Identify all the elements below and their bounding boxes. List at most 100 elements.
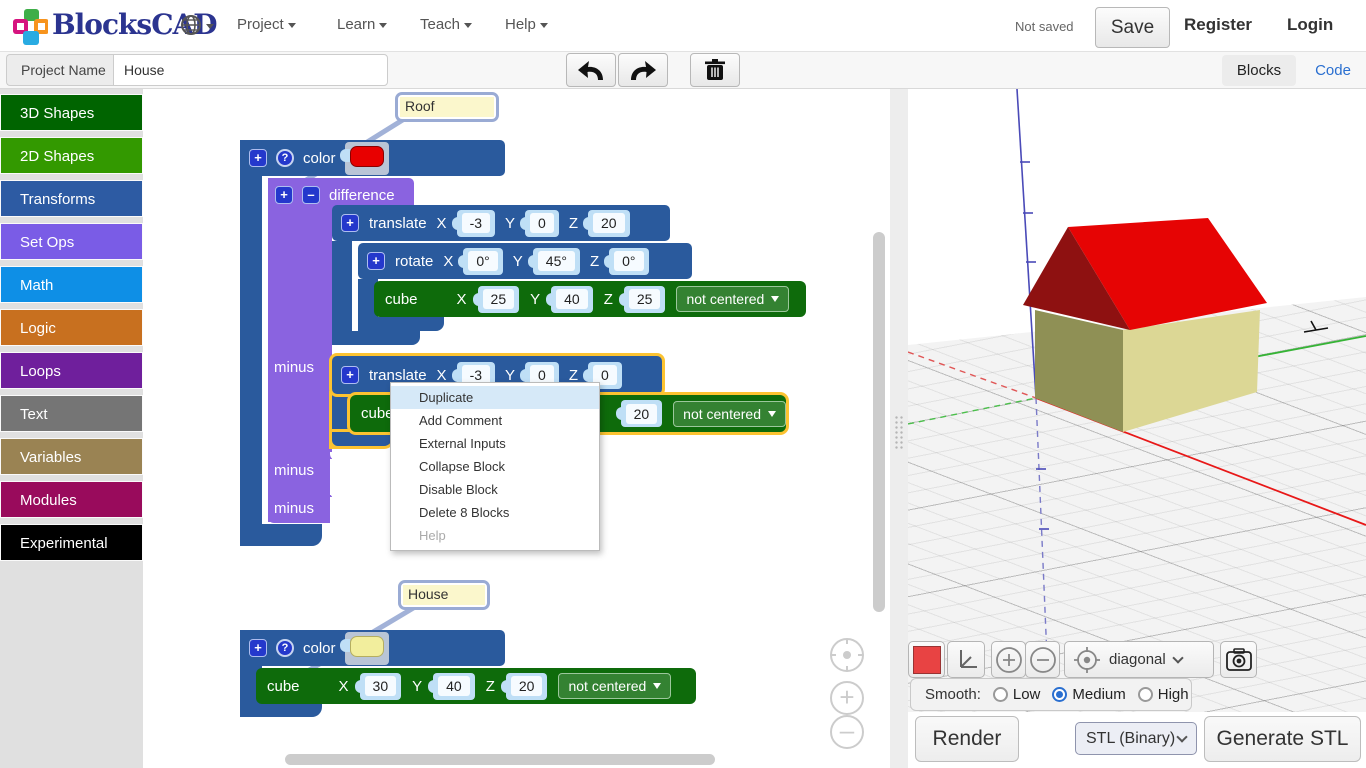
smooth-option-low[interactable]: Low [993,686,1041,703]
centered-dropdown[interactable]: not centered [676,286,789,312]
toolbox-category-modules[interactable]: Modules [0,481,143,518]
value-field[interactable]: 40 [551,286,593,313]
toolbox-category-loops[interactable]: Loops [0,352,143,389]
comment-bubble-house[interactable]: House [398,580,490,610]
toolbox-category-set-ops[interactable]: Set Ops [0,223,143,260]
value-field[interactable]: 0 [525,210,559,237]
context-menu-item-external-inputs[interactable]: External Inputs [391,432,599,455]
translate-block-spine[interactable] [332,241,352,345]
vertical-scrollbar[interactable] [873,232,885,612]
rotate-block[interactable]: + rotate X 0° Y 45° Z 0° [358,243,692,279]
mutator-plus-icon[interactable]: + [341,366,359,384]
menu-project[interactable]: Project [237,16,296,33]
translate-block-foot[interactable] [332,331,420,345]
zoom-reset-button[interactable] [830,638,864,672]
centered-dropdown[interactable]: not centered [673,401,786,427]
center-view-icon[interactable] [1073,646,1101,674]
blockly-workspace[interactable]: Roof + ? color + – difference minus minu… [143,89,890,768]
mutator-plus-icon[interactable]: + [367,252,385,270]
context-menu-item-disable-block[interactable]: Disable Block [391,478,599,501]
viewport-zoom-out-button[interactable] [1025,641,1060,678]
toolbox-category-transforms[interactable]: Transforms [0,180,143,217]
toolbox-category-logic[interactable]: Logic [0,309,143,346]
context-menu-item-add-comment[interactable]: Add Comment [391,409,599,432]
color-block-foot[interactable] [240,524,322,546]
toolbox-category-variables[interactable]: Variables [0,438,143,475]
render-button[interactable]: Render [915,716,1019,762]
toolbox-category-2d-shapes[interactable]: 2D Shapes [0,137,143,174]
stl-format-select[interactable]: STL (Binary) [1075,722,1197,755]
comment-question-icon[interactable]: ? [276,149,294,167]
value-field[interactable]: 20 [621,400,663,427]
radio-icon[interactable] [1138,687,1153,702]
color-block-roof[interactable]: + ? color [240,140,505,176]
value-field[interactable]: 45° [533,248,580,275]
horizontal-scrollbar[interactable] [285,754,715,765]
rotate-block-foot[interactable] [358,317,444,331]
color-block-house[interactable]: + ? color [240,630,505,666]
yellow-color-swatch[interactable] [350,636,384,657]
context-menu-item-delete-blocks[interactable]: Delete 8 Blocks [391,501,599,524]
value-field[interactable]: 40 [433,673,475,700]
value-field[interactable]: 0° [609,248,648,275]
axes-toggle-button[interactable] [947,641,985,678]
viewport-zoom-in-button[interactable] [991,641,1026,678]
login-link[interactable]: Login [1287,15,1333,35]
comment-question-icon[interactable]: ? [276,639,294,657]
comment-text[interactable]: House [403,585,485,605]
value-field[interactable]: 20 [506,673,548,700]
panel-splitter[interactable] [890,89,908,768]
value-field[interactable]: -3 [457,210,495,237]
cube-block-3[interactable]: cube X 30 Y 40 Z 20 not centered [256,668,696,704]
value-field[interactable]: 25 [624,286,666,313]
mutator-plus-icon[interactable]: + [275,186,293,204]
color-swatch-field[interactable] [345,142,389,175]
radio-selected-icon[interactable] [1052,687,1067,702]
zoom-out-button[interactable]: – [830,715,864,749]
render-viewport[interactable]: diagonal Smooth: Low Medium High Render … [908,89,1366,768]
toolbox-category-3d-shapes[interactable]: 3D Shapes [0,94,143,131]
radio-icon[interactable] [993,687,1008,702]
color-swatch-field[interactable] [345,632,389,665]
zoom-in-button[interactable]: + [830,681,864,715]
mutator-plus-icon[interactable]: + [249,639,267,657]
mutator-plus-icon[interactable]: + [341,214,359,232]
generate-stl-button[interactable]: Generate STL [1204,716,1361,762]
value-field[interactable]: 30 [360,673,402,700]
undo-button[interactable] [566,53,616,87]
value-field[interactable]: 20 [588,210,630,237]
trash-button[interactable] [690,53,740,87]
project-name-input[interactable]: House [113,54,388,86]
mutator-plus-icon[interactable]: + [249,149,267,167]
save-button[interactable]: Save [1095,7,1170,48]
background-color-button[interactable] [908,641,945,678]
camera-preset-select[interactable]: diagonal [1109,651,1166,668]
smooth-option-high[interactable]: High [1138,686,1189,703]
tab-blocks[interactable]: Blocks [1222,55,1296,86]
screenshot-button[interactable] [1220,641,1257,678]
redo-button[interactable] [618,53,668,87]
red-color-swatch[interactable] [350,146,384,167]
value-field[interactable]: 25 [478,286,520,313]
centered-dropdown[interactable]: not centered [558,673,671,699]
language-menu[interactable] [180,14,214,36]
comment-bubble-roof[interactable]: Roof [395,92,499,122]
toolbox-category-text[interactable]: Text [0,395,143,432]
value-field[interactable]: 0° [463,248,502,275]
context-menu-item-collapse-block[interactable]: Collapse Block [391,455,599,478]
comment-text[interactable]: Roof [400,97,494,117]
color-block-spine[interactable] [240,140,262,546]
splitter-handle[interactable] [894,415,904,449]
toolbox-category-math[interactable]: Math [0,266,143,303]
menu-learn[interactable]: Learn [337,16,387,33]
toolbox-category-experimental[interactable]: Experimental [0,524,143,561]
menu-help[interactable]: Help [505,16,548,33]
empty-statement-socket[interactable] [330,497,368,533]
mutator-minus-icon[interactable]: – [302,186,320,204]
smooth-option-medium[interactable]: Medium [1052,686,1125,703]
cube-block-1[interactable]: cube X 25 Y 40 Z 25 not centered [374,281,806,317]
register-link[interactable]: Register [1184,15,1252,35]
tab-code[interactable]: Code [1308,55,1358,86]
menu-teach[interactable]: Teach [420,16,472,33]
context-menu-item-duplicate[interactable]: Duplicate [391,386,599,409]
